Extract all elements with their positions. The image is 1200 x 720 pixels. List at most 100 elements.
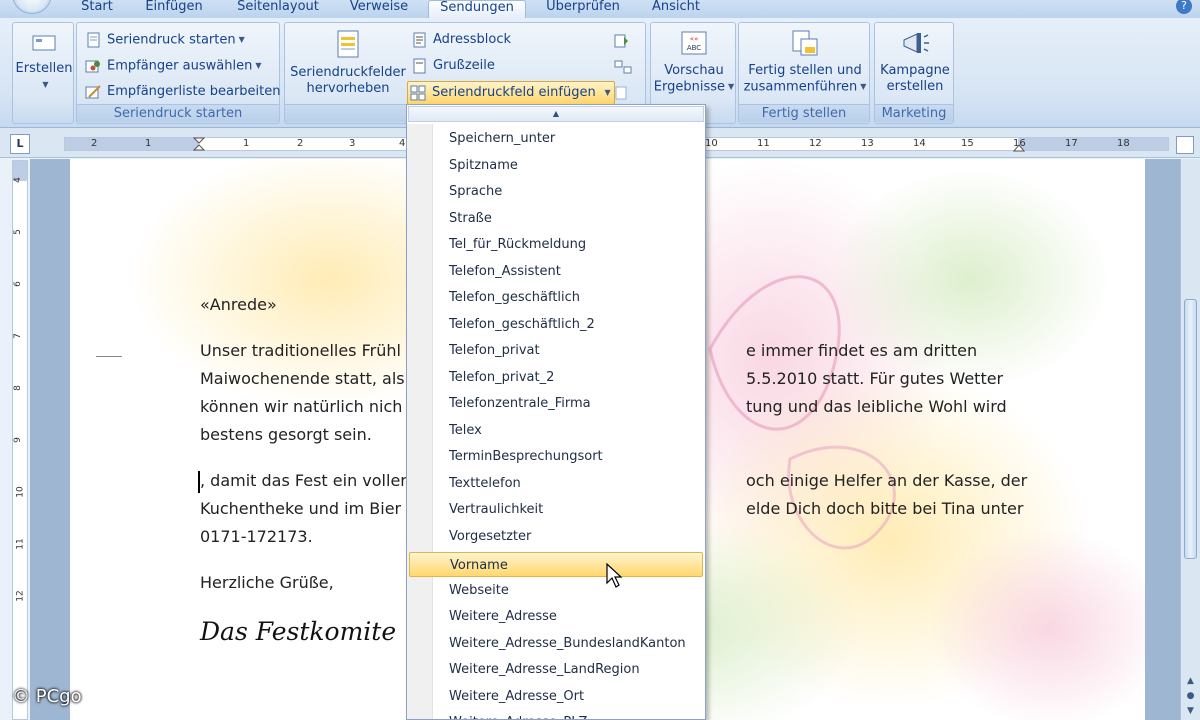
tab-seitenlayout[interactable]: Seitenlayout <box>228 0 328 18</box>
kampagne-label-2: erstellen <box>886 79 944 94</box>
vertical-ruler[interactable]: 4 5 6 7 8 9 10 11 12 <box>12 160 28 720</box>
dropdown-item[interactable]: Sprache <box>409 179 703 204</box>
paragraph-2-line-1-right[interactable]: och einige Helfer an der Kasse, der <box>746 467 1027 495</box>
ruler-number: 1 <box>145 138 152 149</box>
tab-start[interactable]: Start <box>72 0 122 18</box>
paragraph-1-line-1-right[interactable]: e immer findet es am dritten <box>746 337 977 365</box>
tab-stop-selector[interactable]: L <box>10 134 30 154</box>
ruler-right-margin <box>1018 138 1168 150</box>
dropdown-item[interactable]: Weitere_Adresse_PLZ <box>409 710 703 719</box>
dropdown-item[interactable]: Speichern_unter <box>409 126 703 151</box>
tab-ueberpruefen[interactable]: Überprüfen <box>540 0 626 18</box>
anrede-field[interactable]: «Anrede» <box>200 291 277 319</box>
paragraph-1-line-1-left[interactable]: Unser traditionelles Frühl <box>200 337 401 365</box>
dropdown-item-vorname[interactable]: Vorname <box>409 552 703 577</box>
ruler-number: 13 <box>861 138 874 149</box>
dropdown-item[interactable]: Weitere_Adresse_BundeslandKanton <box>409 631 703 656</box>
dropdown-scroll-up-icon[interactable]: ▲ <box>408 106 704 122</box>
seriendruckfelder-hervorheben-button[interactable]: Seriendruckfelder hervorheben <box>289 29 407 97</box>
ruler-number: 10 <box>705 138 718 149</box>
seriendruck-starten-label: Seriendruck starten <box>107 32 236 48</box>
dropdown-item[interactable]: Texttelefon <box>409 471 703 496</box>
kampagne-label-1: Kampagne <box>880 63 950 78</box>
merge-field-dropdown[interactable]: ▲ Speichern_unter Spitzname Sprache Stra… <box>406 104 706 720</box>
tab-sendungen[interactable]: Sendungen <box>428 0 526 18</box>
chevron-down-icon: ▼ <box>728 82 735 91</box>
group-label-marketing: Marketing <box>875 104 953 122</box>
tab-ansicht[interactable]: Ansicht <box>644 0 708 18</box>
seriendruckfeld-einfuegen-button[interactable]: Seriendruckfeld einfügen ▼ <box>407 81 615 105</box>
ruler-number: 2 <box>91 138 98 149</box>
pcgo-watermark: © PCgo <box>12 686 82 707</box>
vorschau-label-2: Ergebnisse <box>653 79 726 95</box>
dropdown-item[interactable]: Weitere_Adresse_LandRegion <box>409 657 703 682</box>
mouse-pointer-icon <box>606 563 623 588</box>
document-merge-icon <box>87 32 100 48</box>
paragraph-1-line-2-right[interactable]: 5.5.2010 statt. Für gutes Wetter <box>746 365 1003 393</box>
paragraph-1-line-3-left[interactable]: können wir natürlich nich <box>200 393 402 421</box>
kampagne-erstellen-button[interactable]: Kampagne erstellen <box>877 29 953 95</box>
empfaenger-auswaehlen-button[interactable]: Empfänger auswählen ▼ <box>83 55 261 77</box>
dropdown-item[interactable]: Tel_für_Rückmeldung <box>409 232 703 257</box>
dropdown-item[interactable]: Weitere_Adresse <box>409 604 703 629</box>
indent-marker-icon[interactable] <box>193 137 205 153</box>
paragraph-2-line-2-left[interactable]: Kuchentheke und im Bier <box>200 495 401 523</box>
vorschau-ergebnisse-button[interactable]: «» ABC Vorschau Ergebnisse ▼ <box>653 29 735 96</box>
dropdown-item[interactable]: Vertraulichkeit <box>409 497 703 522</box>
dropdown-item[interactable]: Telefon_geschäftlich_2 <box>409 312 703 337</box>
paragraph-1-line-4[interactable]: bestens gesorgt sein. <box>200 421 372 449</box>
group-label-seriendruck-starten: Seriendruck starten <box>77 104 279 122</box>
dropdown-item[interactable]: Telefon_privat_2 <box>409 365 703 390</box>
grusszeile-button[interactable]: Grußzeile <box>409 55 495 77</box>
update-labels-icon[interactable] <box>613 85 635 101</box>
dropdown-item[interactable]: Vorgesetzter <box>409 524 703 549</box>
tab-verweise[interactable]: Verweise <box>342 0 416 18</box>
vruler-number: 11 <box>15 538 26 550</box>
next-page-icon[interactable]: ▼ <box>1184 705 1197 718</box>
dropdown-item[interactable]: Telefon_geschäftlich <box>409 285 703 310</box>
paragraph-2-line-1-left[interactable]: , damit das Fest ein voller <box>200 467 407 495</box>
adressblock-button[interactable]: Adressblock <box>409 29 511 51</box>
rules-icon[interactable] <box>613 33 635 49</box>
fertig-stellen-button[interactable]: Fertig stellen und zusammenführen ▼ <box>741 29 869 96</box>
ruler-left-margin <box>65 138 199 150</box>
dropdown-item[interactable]: TerminBesprechungsort <box>409 444 703 469</box>
empfaenger-auswaehlen-label: Empfänger auswählen <box>107 58 253 74</box>
empfaengerliste-bearbeiten-button[interactable]: Empfängerliste bearbeiten <box>83 81 281 103</box>
paragraph-1-line-3-right[interactable]: tung und das leibliche Wohl wird <box>746 393 1007 421</box>
ruler-number: 18 <box>1117 138 1130 149</box>
vertical-scrollbar[interactable]: ▲ ● ▼ <box>1180 159 1200 720</box>
dropdown-item[interactable]: Webseite <box>409 578 703 603</box>
chevron-down-icon: ▼ <box>238 35 245 44</box>
ruler-number: 1 <box>243 138 250 149</box>
scrollbar-thumb[interactable] <box>1184 299 1197 559</box>
erstellen-button[interactable]: Erstellen ▼ <box>15 29 73 94</box>
right-indent-marker-icon[interactable] <box>1013 140 1025 152</box>
recipients-icon <box>85 60 100 73</box>
paragraph-2-line-2-right[interactable]: elde Dich doch bitte bei Tina unter <box>746 495 1023 523</box>
closing-greeting[interactable]: Herzliche Grüße, <box>200 569 334 597</box>
dropdown-item[interactable]: Straße <box>409 206 703 231</box>
paragraph-2-line-3[interactable]: 0171-172173. <box>200 523 313 551</box>
chevron-down-icon: ▼ <box>860 82 867 91</box>
address-block-icon <box>413 32 426 48</box>
dropdown-item[interactable]: Telefon_Assistent <box>409 259 703 284</box>
paragraph-1-line-2-left[interactable]: Maiwochenende statt, als <box>200 365 405 393</box>
dropdown-item[interactable]: Telefon_privat <box>409 338 703 363</box>
signature-text[interactable]: Das Festkomite <box>200 617 396 646</box>
match-fields-icon[interactable] <box>613 59 635 75</box>
chevron-down-icon[interactable]: ▼ <box>605 82 611 104</box>
previous-page-icon[interactable]: ▲ <box>1184 675 1197 688</box>
dropdown-item[interactable]: Telex <box>409 418 703 443</box>
help-icon[interactable]: ? <box>1176 0 1192 14</box>
seriendruck-starten-button[interactable]: Seriendruck starten ▼ <box>83 29 245 51</box>
vruler-number: 7 <box>12 333 23 339</box>
dropdown-item[interactable]: Weitere_Adresse_Ort <box>409 684 703 709</box>
view-ruler-icon[interactable] <box>1176 136 1194 154</box>
preview-abc-icon: «» ABC <box>681 31 707 55</box>
office-button[interactable] <box>12 0 52 14</box>
browse-object-icon[interactable]: ● <box>1184 690 1197 703</box>
dropdown-item[interactable]: Telefonzentrale_Firma <box>409 391 703 416</box>
tab-einfuegen[interactable]: Einfügen <box>138 0 210 18</box>
dropdown-item[interactable]: Spitzname <box>409 153 703 178</box>
